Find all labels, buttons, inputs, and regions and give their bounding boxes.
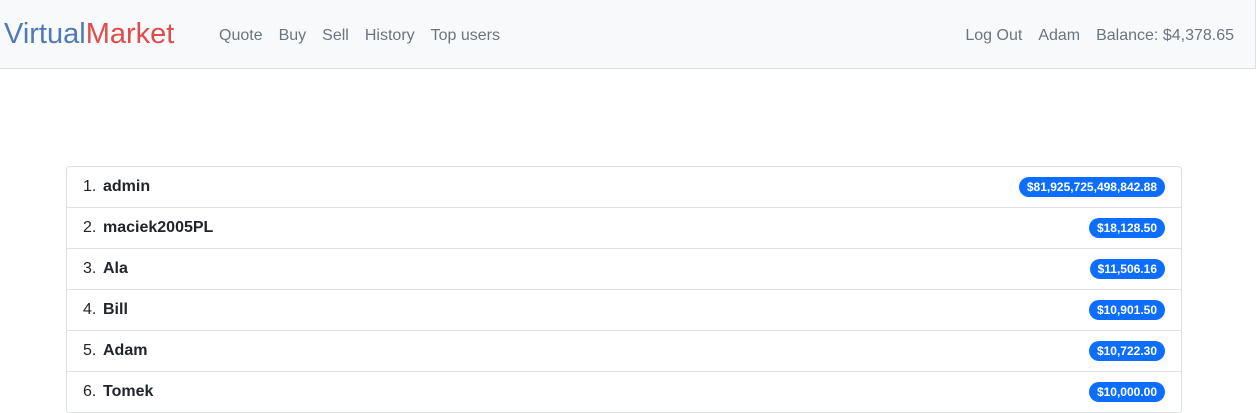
list-item: 2. maciek2005PL $18,128.50: [67, 208, 1181, 249]
list-item: 1. admin $81,925,725,498,842.88: [67, 167, 1181, 208]
nav-history[interactable]: History: [357, 24, 423, 48]
list-item: 4. Bill $10,901.50: [67, 290, 1181, 331]
rank-number: 5.: [83, 342, 97, 359]
list-item: 3. Ala $11,506.16: [67, 249, 1181, 290]
rank-number: 6.: [83, 383, 97, 400]
rank-number: 2.: [83, 219, 97, 236]
balance-badge: $10,901.50: [1088, 300, 1165, 320]
top-users-list: 1. admin $81,925,725,498,842.88 2. macie…: [66, 166, 1182, 413]
rank-number: 3.: [83, 260, 97, 277]
user-name: Ala: [103, 260, 128, 277]
logout-link[interactable]: Log Out: [957, 24, 1030, 48]
username-link[interactable]: Adam: [1030, 24, 1088, 48]
brand-market-text: Market: [85, 18, 175, 50]
balance-badge: $10,000.00: [1088, 382, 1165, 402]
balance-text: Balance: $4,378.65: [1096, 27, 1234, 44]
user-name: Adam: [103, 342, 148, 359]
balance-badge: $10,722.30: [1088, 341, 1165, 361]
navbar: VirtualMarket Quote Buy Sell History Top…: [0, 0, 1256, 69]
nav-sell[interactable]: Sell: [314, 24, 357, 48]
list-item: 6. Tomek $10,000.00: [67, 372, 1181, 413]
nav-quote[interactable]: Quote: [211, 24, 271, 48]
nav-user-area: Log Out Adam Balance: $4,378.65: [957, 24, 1234, 48]
rank-number: 4.: [83, 301, 97, 318]
user-name: Tomek: [103, 383, 154, 400]
user-name: admin: [103, 178, 151, 195]
nav-links: Quote Buy Sell History Top users: [211, 24, 508, 48]
brand-virtual-text: Virtual: [4, 18, 86, 50]
user-name: Bill: [103, 301, 128, 318]
balance-badge: $81,925,725,498,842.88: [1018, 177, 1165, 197]
balance-badge: $11,506.16: [1089, 259, 1165, 279]
user-name: maciek2005PL: [103, 219, 214, 236]
balance-badge: $18,128.50: [1088, 218, 1165, 238]
nav-top-users[interactable]: Top users: [423, 24, 508, 48]
rank-number: 1.: [83, 178, 97, 195]
list-item: 5. Adam $10,722.30: [67, 331, 1181, 372]
brand-logo-link[interactable]: VirtualMarket: [4, 15, 174, 53]
nav-buy[interactable]: Buy: [271, 24, 315, 48]
